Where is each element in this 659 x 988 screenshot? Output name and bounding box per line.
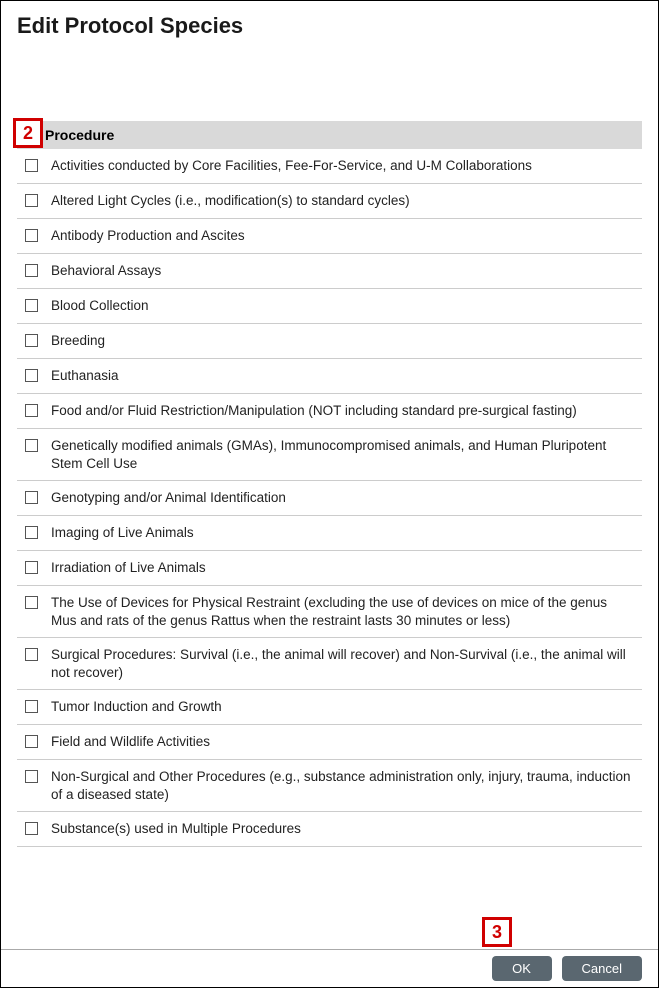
procedure-label: Altered Light Cycles (i.e., modification… [49,192,634,210]
procedure-checkbox[interactable] [25,700,38,713]
procedure-checkbox[interactable] [25,735,38,748]
list-item: Euthanasia [17,359,642,394]
procedure-checkbox[interactable] [25,439,38,452]
procedure-label: Imaging of Live Animals [49,524,634,542]
procedure-checkbox[interactable] [25,404,38,417]
procedure-label: Euthanasia [49,367,634,385]
procedure-checkbox[interactable] [25,264,38,277]
dialog-edit-protocol-species: Edit Protocol Species 2 Procedure Activi… [0,0,659,988]
list-item: Genetically modified animals (GMAs), Imm… [17,429,642,481]
procedure-checkbox[interactable] [25,822,38,835]
procedure-checkbox[interactable] [25,596,38,609]
procedure-checkbox[interactable] [25,159,38,172]
procedure-checkbox[interactable] [25,369,38,382]
procedure-label: Surgical Procedures: Survival (i.e., the… [49,646,634,681]
list-item: Behavioral Assays [17,254,642,289]
procedure-label: Genetically modified animals (GMAs), Imm… [49,437,634,472]
procedure-label: The Use of Devices for Physical Restrain… [49,594,634,629]
procedure-label: Tumor Induction and Growth [49,698,634,716]
list-item: Food and/or Fluid Restriction/Manipulati… [17,394,642,429]
list-item: Non-Surgical and Other Procedures (e.g.,… [17,760,642,812]
procedure-label: Behavioral Assays [49,262,634,280]
procedure-label: Substance(s) used in Multiple Procedures [49,820,634,838]
list-item: Antibody Production and Ascites [17,219,642,254]
procedure-label: Genotyping and/or Animal Identification [49,489,634,507]
procedure-label: Food and/or Fluid Restriction/Manipulati… [49,402,634,420]
procedure-table: Procedure Activities conducted by Core F… [1,121,658,847]
list-item: Tumor Induction and Growth [17,690,642,725]
list-item: Blood Collection [17,289,642,324]
procedure-checkbox[interactable] [25,194,38,207]
procedure-checkbox[interactable] [25,491,38,504]
procedure-label: Blood Collection [49,297,634,315]
list-item: Genotyping and/or Animal Identification [17,481,642,516]
procedure-checkbox[interactable] [25,526,38,539]
procedure-label: Breeding [49,332,634,350]
procedure-label: Non-Surgical and Other Procedures (e.g.,… [49,768,634,803]
column-header-procedure: Procedure [17,121,642,149]
button-bar: OK Cancel [1,949,658,987]
list-item: Activities conducted by Core Facilities,… [17,149,642,184]
callout-marker-2: 2 [13,118,43,148]
cancel-button[interactable]: Cancel [562,956,642,981]
list-item: Altered Light Cycles (i.e., modification… [17,184,642,219]
procedure-checkbox[interactable] [25,299,38,312]
list-item: The Use of Devices for Physical Restrain… [17,586,642,638]
callout-marker-3: 3 [482,917,512,947]
dialog-title: Edit Protocol Species [1,1,658,39]
list-item: Field and Wildlife Activities [17,725,642,760]
list-item: Substance(s) used in Multiple Procedures [17,812,642,847]
procedure-checkbox[interactable] [25,648,38,661]
procedure-checkbox[interactable] [25,770,38,783]
ok-button[interactable]: OK [492,956,552,981]
procedure-label: Activities conducted by Core Facilities,… [49,157,634,175]
procedure-label: Antibody Production and Ascites [49,227,634,245]
list-item: Irradiation of Live Animals [17,551,642,586]
procedure-label: Field and Wildlife Activities [49,733,634,751]
procedure-checkbox[interactable] [25,229,38,242]
procedure-checkbox[interactable] [25,334,38,347]
procedure-label: Irradiation of Live Animals [49,559,634,577]
list-item: Surgical Procedures: Survival (i.e., the… [17,638,642,690]
list-item: Imaging of Live Animals [17,516,642,551]
list-item: Breeding [17,324,642,359]
procedure-checkbox[interactable] [25,561,38,574]
